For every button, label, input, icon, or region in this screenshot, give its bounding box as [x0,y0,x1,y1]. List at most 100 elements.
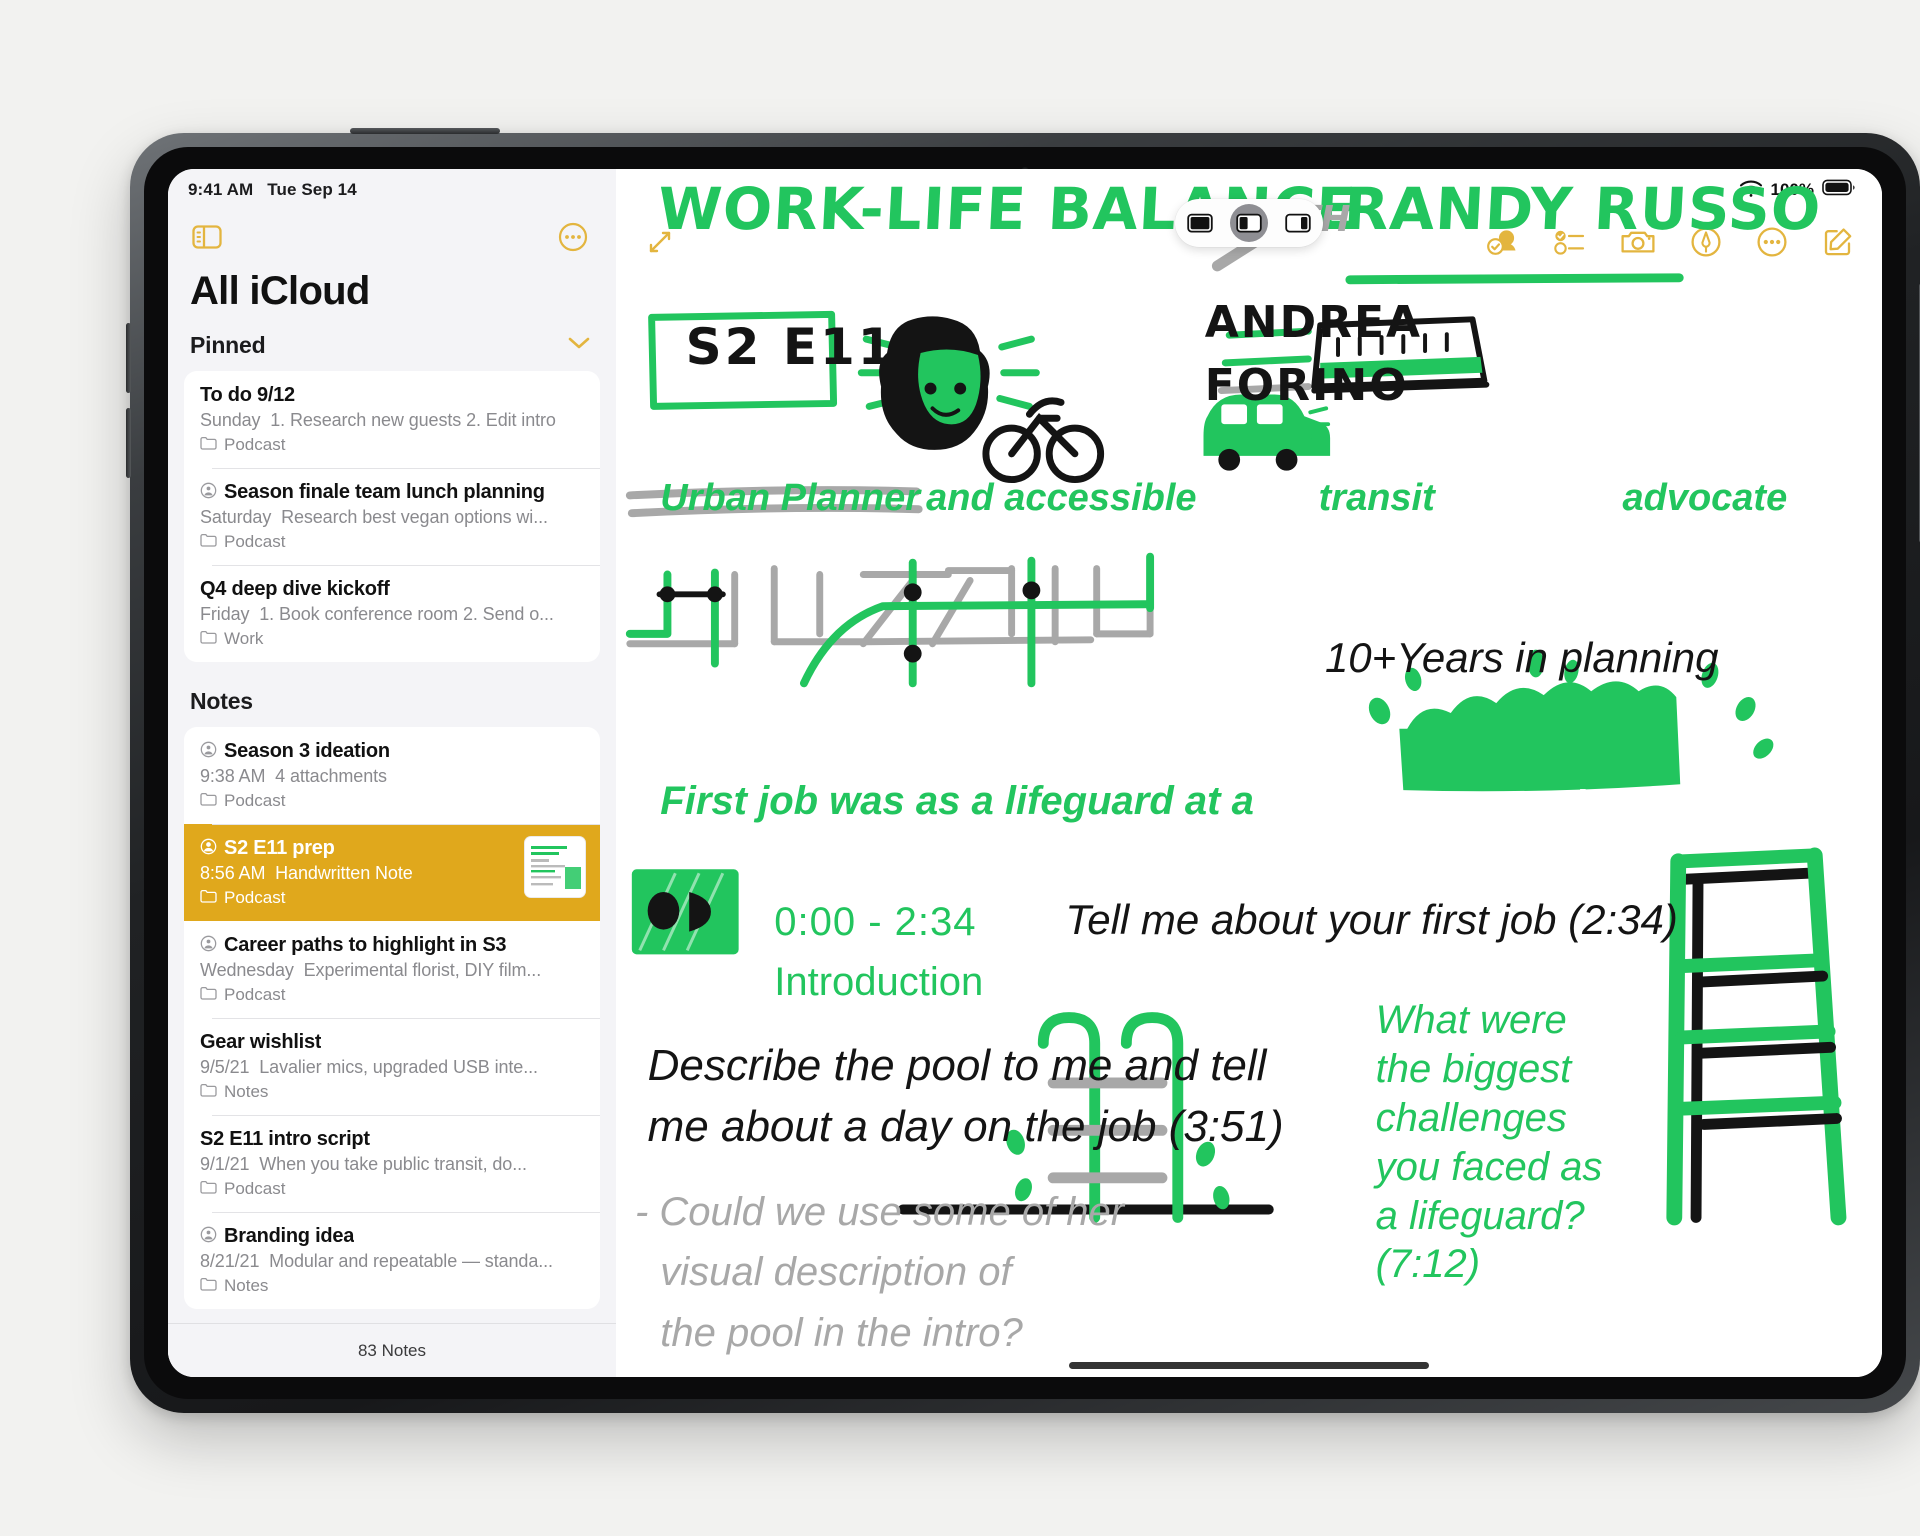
home-indicator[interactable] [1069,1362,1429,1369]
note-snippet: 1. Research new guests 2. Edit intro [270,410,556,430]
note-snippet: Lavalier mics, upgraded USB inte... [259,1057,538,1077]
handwritten-note-canvas[interactable]: WORK-LIFE BALANCE WITH RANDY RUSSO S2 E1… [616,169,1882,1377]
first-job-text: First job was as a lifeguard at a [660,779,1254,824]
screenshot-root: 9:41 AM Tue Sep 14 All iCloud Pinned To … [0,0,1920,1536]
folder-name: Podcast [224,435,286,454]
question-1: Tell me about your first job (2:34) [1065,896,1678,944]
note-title-guest: RANDY RUSSO [1342,175,1823,244]
experience-label: 10+Years in planning [1324,634,1719,682]
status-bar-date: Tue Sep 14 [267,180,357,199]
folder-icon [200,791,217,811]
more-circle-icon[interactable] [556,220,590,254]
device-bezel: 9:41 AM Tue Sep 14 All iCloud Pinned To … [144,147,1906,1399]
note-folder: Podcast [200,1179,584,1199]
folder-name: Notes [224,1276,269,1295]
note-date: Saturday [200,507,272,527]
list-item[interactable]: S2 E11 intro script 9/1/21 When you take… [184,1115,600,1212]
note-title: To do 9/12 [200,384,295,406]
note-snippet: When you take public transit, do... [259,1154,527,1174]
section-label: Pinned [190,332,266,358]
note-preview: Friday 1. Book conference room 2. Send o… [200,604,584,625]
page-title: All iCloud [190,269,370,313]
note-snippet: Modular and repeatable — standa... [269,1251,553,1271]
note-folder: Notes [200,1082,584,1102]
folder-icon [200,1179,217,1199]
folder-name: Podcast [224,532,286,551]
note-title: Gear wishlist [200,1031,322,1053]
note-thumbnail [524,836,586,898]
sidebar-toggle-icon[interactable] [190,222,224,252]
ipad-device: 9:41 AM Tue Sep 14 All iCloud Pinned To … [126,128,1920,1413]
question-3-line-3: challenges [1375,1096,1567,1141]
status-bar-left: 9:41 AM Tue Sep 14 [168,169,616,211]
notes-count-footer: 83 Notes [168,1323,616,1377]
note-preview: 9:38 AM 4 attachments [200,766,584,787]
full-screen-icon[interactable] [1181,204,1219,242]
volume-down-button[interactable] [126,408,131,478]
list-item-selected[interactable]: S2 E11 prep 8:56 AM Handwritten Note Pod… [184,824,600,921]
slide-over-icon[interactable] [1279,204,1317,242]
list-item[interactable]: Branding idea 8/21/21 Modular and repeat… [184,1212,600,1309]
gray-note-line-3: the pool in the intro? [660,1310,1023,1355]
guest-name-line-2: FORINO [1204,359,1409,411]
list-item[interactable]: Gear wishlist 9/5/21 Lavalier mics, upgr… [184,1018,600,1115]
note-date: Friday [200,604,250,624]
folder-icon [200,1082,217,1102]
note-snippet: 1. Book conference room 2. Send o... [259,604,554,624]
folder-icon [200,435,217,455]
note-preview: 8/21/21 Modular and repeatable — standa.… [200,1251,584,1272]
chevron-down-icon[interactable] [568,336,590,355]
section-header-notes[interactable]: Notes [168,662,616,727]
folder-name: Podcast [224,791,286,810]
shared-note-icon [200,935,217,957]
list-item[interactable]: Season 3 ideation 9:38 AM 4 attachments [184,727,600,824]
note-title: S2 E11 prep [224,837,335,859]
note-title: Career paths to highlight in S3 [224,934,507,956]
status-bar-time: 9:41 AM [188,180,254,199]
note-text-layer: WORK-LIFE BALANCE WITH RANDY RUSSO S2 E1… [616,169,1882,1377]
multitasking-control[interactable] [1175,199,1323,247]
list-item[interactable]: Career paths to highlight in S3 Wednesda… [184,921,600,1018]
list-item[interactable]: Q4 deep dive kickoff Friday 1. Book conf… [184,565,600,662]
note-title: Branding idea [224,1225,355,1247]
list-item[interactable]: To do 9/12 Sunday 1. Research new guests… [184,371,600,468]
shared-note-icon [200,838,217,860]
shared-note-icon [200,741,217,763]
folder-name: Podcast [224,888,286,907]
question-2-line-2: me about a day on the job (3:51) [647,1101,1284,1151]
notes-scroll-area[interactable]: Pinned To do 9/12 Sunday 1. Research new… [168,324,616,1323]
section-header-pinned[interactable]: Pinned [168,324,616,371]
list-item[interactable]: Season finale team lunch planning Saturd… [184,468,600,565]
tagline-part-3: transit [1318,477,1435,520]
note-folder: Podcast [200,791,584,811]
notes-list-pane: 9:41 AM Tue Sep 14 All iCloud Pinned To … [168,169,616,1377]
note-folder: Work [200,629,584,649]
note-snippet: Handwritten Note [275,863,413,883]
note-date: Wednesday [200,960,294,980]
volume-up-button[interactable] [126,323,131,393]
folder-icon [200,985,217,1005]
note-date: 8:56 AM [200,863,266,883]
note-title: Season 3 ideation [224,740,390,762]
folder-name: Notes [224,1082,269,1101]
tagline-part-1: Urban Planner [660,477,921,520]
note-folder: Notes [200,1276,584,1296]
question-3-line-5: a lifeguard? [1375,1193,1585,1238]
split-view-icon[interactable] [1229,204,1268,242]
folder-icon [200,888,217,908]
note-folder: Podcast [200,532,584,552]
guest-name-line-1: ANDREA [1204,297,1423,349]
folder-icon [200,1276,217,1296]
chapter-timestamp: 0:00 - 2:34 [774,899,977,944]
note-detail-pane: 100% WORK-LIFE BALANCE RANDY RUSSO S2 E1… [616,169,1882,1377]
note-preview: Saturday Research best vegan options wi.… [200,507,584,528]
question-3-line-2: the biggest [1375,1047,1572,1092]
tagline-part-4: advocate [1622,477,1788,520]
community-pool-highlight: community pool [1407,782,1717,827]
folder-name: Podcast [224,1179,286,1198]
note-date: Sunday [200,410,261,430]
note-folder: Podcast [200,985,584,1005]
power-button[interactable] [350,128,500,134]
gray-note-line-1: - Could we use some of her [634,1189,1125,1234]
question-3-line-1: What were [1375,998,1567,1043]
